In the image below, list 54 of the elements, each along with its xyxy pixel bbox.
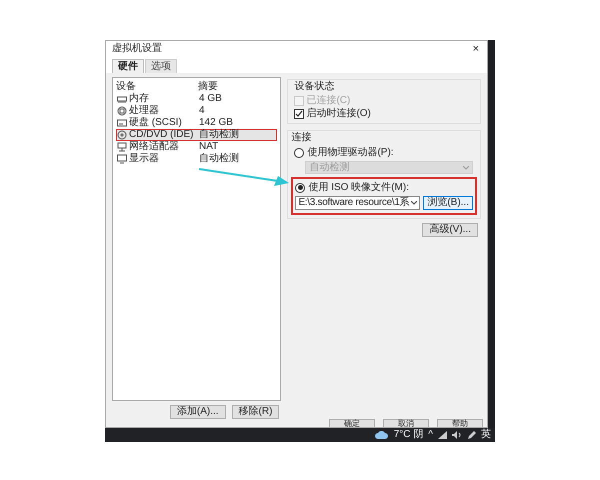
chevron-icon <box>411 201 418 205</box>
device-name: 网络适配器 <box>129 142 179 152</box>
cloud-icon <box>374 431 389 439</box>
memory-icon <box>117 94 127 104</box>
dialog-button[interactable]: 帮助 <box>437 419 483 427</box>
device-row[interactable]: 显示器 自动检测 <box>116 153 278 165</box>
radio-label: 使用物理驱动器(P): <box>307 147 394 158</box>
device-summary: 142 GB <box>199 118 233 128</box>
disc-icon <box>117 130 127 140</box>
close-button[interactable]: × <box>470 44 481 54</box>
checkbox-label: 已连接(C) <box>306 95 350 106</box>
monitor-icon <box>117 154 127 164</box>
column-header: 设备 <box>116 81 137 92</box>
dialog-button[interactable]: 取消 <box>383 419 429 427</box>
tab[interactable]: 硬件 <box>112 59 144 73</box>
device-row[interactable]: 硬盘 (SCSI) 142 GB <box>116 117 278 129</box>
device-row[interactable]: 网络适配器 NAT <box>116 141 278 153</box>
advanced-button[interactable]: 高级(V)... <box>422 223 478 237</box>
speaker-icon[interactable] <box>452 431 462 439</box>
pen-icon[interactable] <box>467 430 476 440</box>
chevron-icon <box>463 166 469 170</box>
network-icon[interactable] <box>438 431 447 439</box>
list-button[interactable]: 添加(A)... <box>170 405 226 419</box>
checkbox[interactable] <box>294 108 304 118</box>
checkbox-label: 启动时连接(O) <box>306 108 371 119</box>
browse-button[interactable]: 浏览(B)... <box>423 196 473 210</box>
device-row[interactable]: 内存 4 GB <box>116 93 278 105</box>
device-summary: 4 GB <box>199 94 222 104</box>
device-row[interactable]: CD/DVD (IDE) 自动检测 <box>116 129 278 141</box>
device-summary: 4 <box>199 106 205 116</box>
device-name: 处理器 <box>129 106 159 116</box>
device-name: CD/DVD (IDE) <box>129 130 194 140</box>
chip-icon <box>117 106 127 116</box>
group-title: 连接 <box>291 132 312 144</box>
dialog-button[interactable]: 确定 <box>329 419 375 427</box>
radio-label: 使用 ISO 映像文件(M): <box>308 182 409 193</box>
iso-path-combo[interactable]: E:\3.software resource\1系 <box>295 196 420 210</box>
window-title: 虚拟机设置 <box>112 44 162 54</box>
device-summary: 自动检测 <box>199 130 239 140</box>
device-summary: 自动检测 <box>199 154 239 164</box>
radio-button[interactable] <box>295 182 306 192</box>
weather-text: 7°C 阴 <box>394 430 424 440</box>
tab[interactable]: 选项 <box>145 59 177 73</box>
network-icon <box>117 142 127 152</box>
device-name: 内存 <box>129 94 149 104</box>
device-name: 显示器 <box>129 154 159 164</box>
device-summary: NAT <box>199 142 218 152</box>
column-header: 摘要 <box>198 81 218 93</box>
list-button[interactable]: 移除(R) <box>232 405 280 419</box>
group-title: 设备状态 <box>294 81 336 93</box>
tray-chevron[interactable]: ^ <box>428 430 433 440</box>
device-row[interactable]: 处理器 4 <box>116 105 278 117</box>
device-name: 硬盘 (SCSI) <box>129 118 182 128</box>
input-method[interactable]: 英 <box>481 430 491 440</box>
